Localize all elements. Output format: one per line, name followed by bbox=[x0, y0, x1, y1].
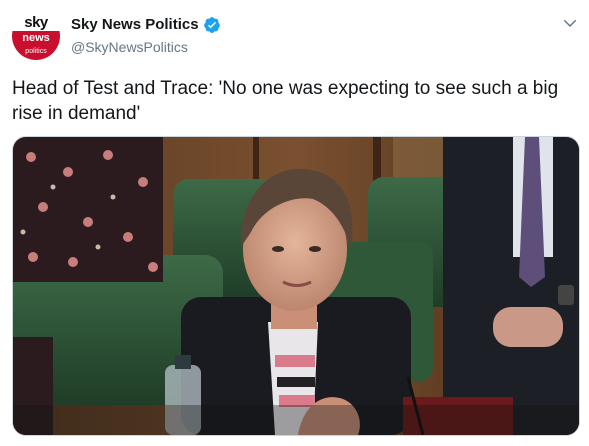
user-info: Sky News Politics @SkyNewsPolitics bbox=[71, 14, 221, 57]
name-row: Sky News Politics bbox=[71, 14, 221, 36]
tweet-text: Head of Test and Trace: 'No one was expe… bbox=[12, 78, 559, 124]
tweet-media-photo[interactable] bbox=[12, 136, 580, 436]
avatar-logo-politics: politics bbox=[12, 46, 60, 60]
avatar-logo-news: news bbox=[12, 31, 60, 46]
avatar-logo-sky: sky bbox=[24, 14, 48, 31]
handle[interactable]: @SkyNewsPolitics bbox=[71, 37, 221, 57]
chevron-down-icon[interactable] bbox=[561, 14, 579, 32]
verified-badge-icon bbox=[203, 16, 221, 34]
tweet-card: sky news politics Sky News Politics @Sky… bbox=[0, 0, 589, 446]
photo-scene bbox=[13, 137, 579, 435]
avatar[interactable]: sky news politics bbox=[12, 12, 60, 60]
display-name[interactable]: Sky News Politics bbox=[71, 14, 199, 36]
